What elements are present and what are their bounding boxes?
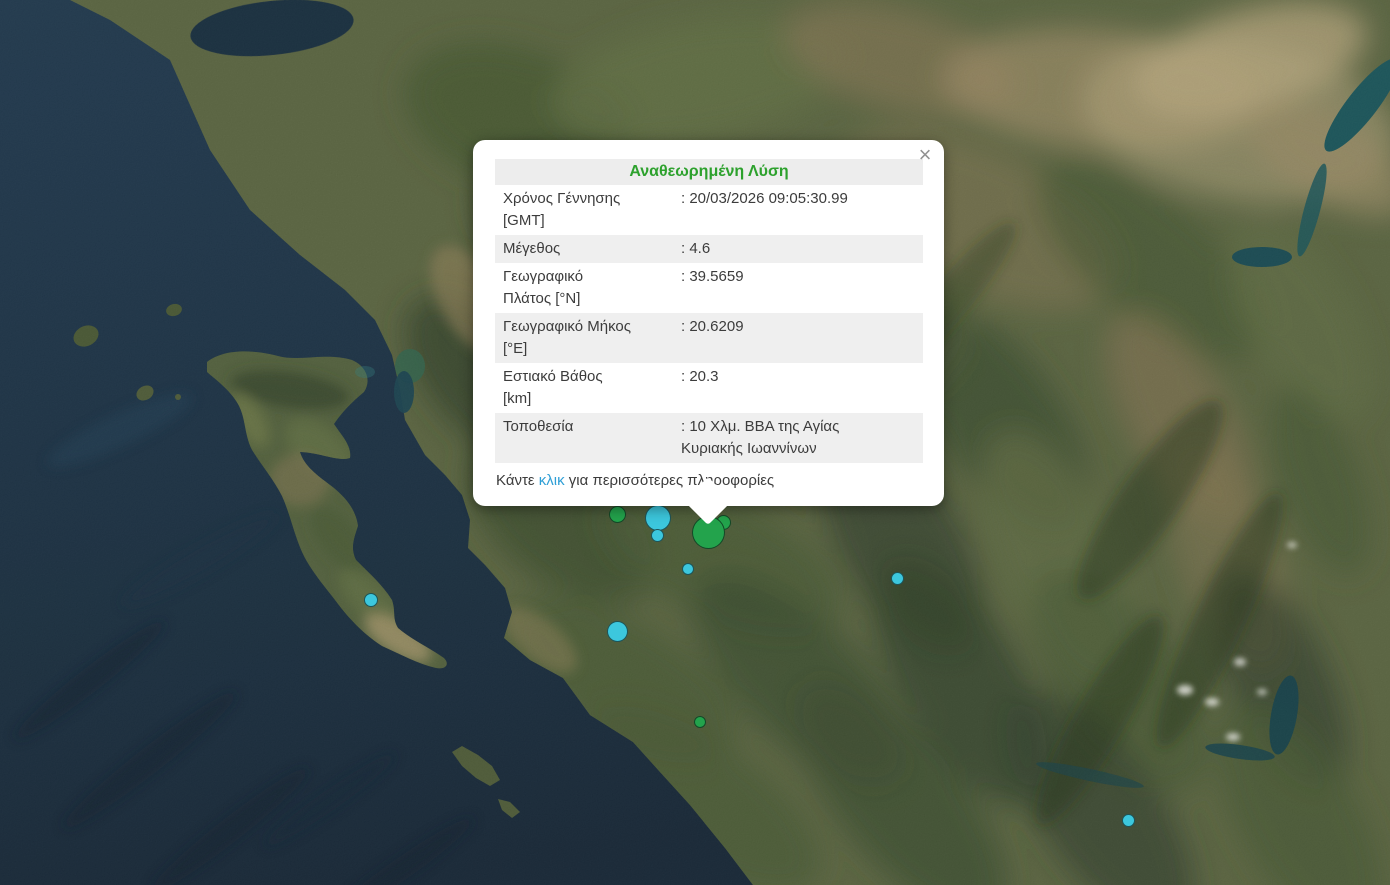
row-label: Εστιακό Βάθος [km] [495, 363, 673, 413]
earthquake-marker[interactable] [651, 529, 664, 542]
earthquake-marker[interactable] [891, 572, 904, 585]
row-label: Γεωγραφικό Πλάτος [°N] [495, 263, 673, 313]
row-value: : 20.3 [673, 363, 923, 413]
earthquake-marker[interactable] [607, 621, 628, 642]
table-row: Χρόνος Γέννησης [GMT] : 20/03/2026 09:05… [495, 185, 923, 235]
more-info-link[interactable]: κλικ [539, 472, 565, 489]
popup-close-button[interactable]: × [916, 146, 934, 164]
earthquake-marker[interactable] [609, 506, 626, 523]
table-row: Εστιακό Βάθος [km] : 20.3 [495, 363, 923, 413]
table-row: Γεωγραφικό Μήκος [°E] : 20.6209 [495, 313, 923, 363]
footer-text: Κάντε [496, 472, 539, 489]
row-value: : 20/03/2026 09:05:30.99 [673, 185, 923, 235]
earthquake-marker[interactable] [694, 716, 706, 728]
table-row: Μέγεθος : 4.6 [495, 235, 923, 263]
row-value: : 39.5659 [673, 263, 923, 313]
row-label: Μέγεθος [495, 235, 673, 263]
earthquake-marker[interactable] [682, 563, 694, 575]
earthquake-marker[interactable] [1122, 814, 1135, 827]
row-label: Γεωγραφικό Μήκος [°E] [495, 313, 673, 363]
earthquake-marker[interactable] [364, 593, 378, 607]
popup-title: Αναθεωρημένη Λύση [495, 159, 923, 185]
row-value: : 20.6209 [673, 313, 923, 363]
table-row: Γεωγραφικό Πλάτος [°N] : 39.5659 [495, 263, 923, 313]
table-row: Τοποθεσία : 10 Χλμ. ΒΒΑ της Αγίας Κυριακ… [495, 413, 923, 463]
footer-text: για περισσότερες πληροφορίες [565, 472, 775, 489]
earthquake-marker[interactable] [645, 505, 671, 531]
row-label: Τοποθεσία [495, 413, 673, 463]
row-value: : 10 Χλμ. ΒΒΑ της Αγίας Κυριακής Ιωαννίν… [673, 413, 923, 463]
popup-table: Χρόνος Γέννησης [GMT] : 20/03/2026 09:05… [495, 185, 923, 463]
row-label: Χρόνος Γέννησης [GMT] [495, 185, 673, 235]
row-value: : 4.6 [673, 235, 923, 263]
earthquake-popup: × Αναθεωρημένη Λύση Χρόνος Γέννησης [GMT… [473, 140, 944, 506]
